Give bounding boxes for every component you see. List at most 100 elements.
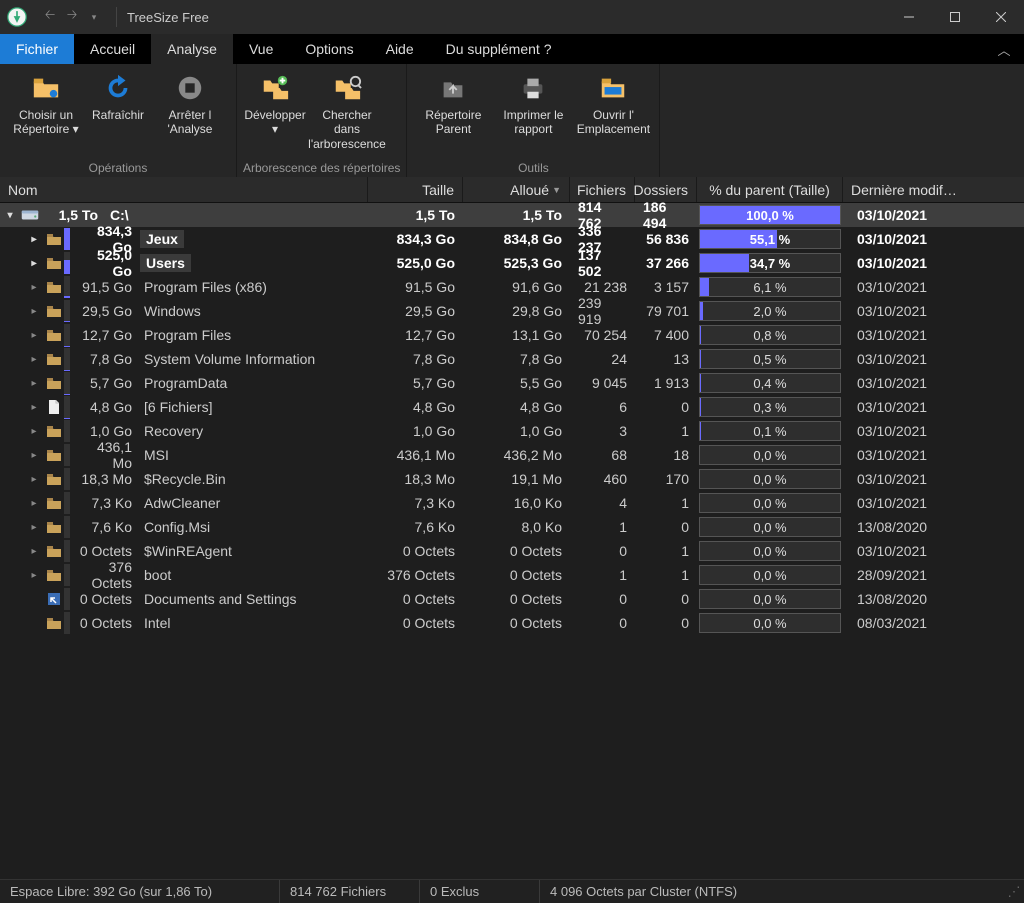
col-header-alloue[interactable]: Alloué▼ (463, 177, 570, 202)
ribbon-refresh-button[interactable]: Rafraîchir (86, 66, 150, 142)
row-fichiers: 1 (570, 515, 635, 539)
col-header-date[interactable]: Dernière modif… (843, 177, 1024, 202)
tree-row[interactable]: ▸12,7 GoProgram Files12,7 Go13,1 Go70 25… (0, 323, 1024, 347)
tree-row[interactable]: ▸7,8 GoSystem Volume Information7,8 Go7,… (0, 347, 1024, 371)
expander-icon[interactable]: ▸ (28, 329, 40, 341)
menu-options[interactable]: Options (289, 34, 369, 64)
tree-row[interactable]: ▸436,1 MoMSI436,1 Mo436,2 Mo68180,0 %03/… (0, 443, 1024, 467)
expander-icon[interactable]: ▸ (28, 305, 40, 317)
expander-icon[interactable]: ▸ (28, 425, 40, 437)
ribbon-group-label: Outils (413, 158, 653, 177)
tree-row[interactable]: 0 OctetsDocuments and Settings0 Octets0 … (0, 587, 1024, 611)
ribbon-expand-button[interactable]: Développer ▾ (243, 66, 307, 142)
menu-fichier[interactable]: Fichier (0, 34, 74, 64)
tree-row[interactable]: ▸7,3 KoAdwCleaner7,3 Ko16,0 Ko410,0 %03/… (0, 491, 1024, 515)
expander-icon[interactable]: ▸ (28, 545, 40, 557)
tree-row[interactable]: ▸525,0 GoUsers525,0 Go525,3 Go137 50237 … (0, 251, 1024, 275)
row-alloue: 16,0 Ko (463, 491, 570, 515)
row-date: 03/10/2021 (843, 347, 1024, 371)
tree-row[interactable]: 0 OctetsIntel0 Octets0 Octets000,0 %08/0… (0, 611, 1024, 635)
row-name-label: Program Files (142, 327, 231, 343)
row-fichiers: 3 (570, 419, 635, 443)
ribbon-print-button[interactable]: Imprimer le rapport (493, 66, 573, 142)
tree-row[interactable]: ▸376 Octetsboot376 Octets0 Octets110,0 %… (0, 563, 1024, 587)
ribbon-stop-button[interactable]: Arrêter l 'Analyse (150, 66, 230, 142)
ribbon-open-loc-button[interactable]: Ouvrir l' Emplacement (573, 66, 653, 142)
folder-icon (44, 325, 64, 345)
size-mini-bar (64, 612, 70, 634)
folder-icon (44, 421, 64, 441)
expander-icon[interactable]: ▾ (4, 209, 16, 221)
size-mini-bar (64, 348, 70, 370)
status-excluded: 0 Exclus (420, 880, 540, 903)
row-dossiers: 170 (635, 467, 697, 491)
refresh-icon (102, 72, 134, 104)
percent-label: 0,4 % (753, 376, 786, 391)
minimize-button[interactable] (886, 0, 932, 34)
row-date: 03/10/2021 (843, 443, 1024, 467)
row-name-label: Intel (142, 615, 170, 631)
row-dossiers: 0 (635, 515, 697, 539)
folder-icon (44, 565, 64, 585)
expander-icon[interactable]: ▸ (28, 473, 40, 485)
menu-aide[interactable]: Aide (370, 34, 430, 64)
maximize-button[interactable] (932, 0, 978, 34)
percent-label: 0,0 % (753, 448, 786, 463)
nav-back-forward: 🡠 🡢 ▾ (34, 7, 110, 27)
tree-row[interactable]: ▸7,6 KoConfig.Msi7,6 Ko8,0 Ko100,0 %13/0… (0, 515, 1024, 539)
ribbon-button-label: Choisir un Répertoire ▾ (8, 108, 84, 138)
tree-row[interactable]: ▸4,8 Go[6 Fichiers]4,8 Go4,8 Go600,3 %03… (0, 395, 1024, 419)
col-header-parent[interactable]: % du parent (Taille) (697, 177, 843, 202)
tree-row[interactable]: ▸29,5 GoWindows29,5 Go29,8 Go239 91979 7… (0, 299, 1024, 323)
row-alloue: 1,0 Go (463, 419, 570, 443)
expander-icon[interactable]: ▸ (28, 257, 40, 269)
menu-accueil[interactable]: Accueil (74, 34, 151, 64)
expander-icon[interactable]: ▸ (28, 233, 40, 245)
row-date: 03/10/2021 (843, 491, 1024, 515)
row-size-label: 7,6 Ko (74, 519, 142, 535)
close-button[interactable] (978, 0, 1024, 34)
expander-icon[interactable]: ▸ (28, 569, 40, 581)
expander-icon[interactable]: ▸ (28, 449, 40, 461)
menu-vue[interactable]: Vue (233, 34, 289, 64)
expander-icon[interactable]: ▸ (28, 521, 40, 533)
row-fichiers: 460 (570, 467, 635, 491)
percent-label: 0,1 % (753, 424, 786, 439)
menu-du-suppl-ment-[interactable]: Du supplément ? (430, 34, 568, 64)
ribbon-button-label: Développer ▾ (244, 108, 305, 138)
tree-row[interactable]: ▸5,7 GoProgramData5,7 Go5,5 Go9 0451 913… (0, 371, 1024, 395)
row-dossiers: 1 (635, 539, 697, 563)
expander-icon[interactable]: ▸ (28, 281, 40, 293)
folder-icon (44, 469, 64, 489)
nav-back-icon[interactable]: 🡠 (40, 7, 60, 27)
ribbon-folder-pick-button[interactable]: Choisir un Répertoire ▾ (6, 66, 86, 142)
nav-forward-icon[interactable]: 🡢 (62, 7, 82, 27)
expander-icon[interactable]: ▸ (28, 497, 40, 509)
row-dossiers: 18 (635, 443, 697, 467)
percent-bar: 34,7 % (699, 253, 841, 273)
ribbon-search-tree-button[interactable]: Chercher dans l'arborescence (307, 66, 387, 155)
col-header-taille[interactable]: Taille (368, 177, 463, 202)
row-date: 03/10/2021 (843, 419, 1024, 443)
collapse-ribbon-icon[interactable]: ︿ (984, 34, 1024, 64)
row-fichiers: 24 (570, 347, 635, 371)
menu-analyse[interactable]: Analyse (151, 34, 233, 64)
ribbon-group: Choisir un Répertoire ▾RafraîchirArrêter… (0, 64, 237, 177)
row-date: 03/10/2021 (843, 467, 1024, 491)
expander-icon[interactable]: ▸ (28, 401, 40, 413)
tree-row[interactable]: ▸18,3 Mo$Recycle.Bin18,3 Mo19,1 Mo460170… (0, 467, 1024, 491)
row-fichiers: 0 (570, 587, 635, 611)
percent-bar: 0,0 % (699, 493, 841, 513)
row-dossiers: 0 (635, 587, 697, 611)
row-date: 13/08/2020 (843, 587, 1024, 611)
percent-label: 0,5 % (753, 352, 786, 367)
percent-label: 0,0 % (753, 520, 786, 535)
tree-row[interactable]: ▸91,5 GoProgram Files (x86)91,5 Go91,6 G… (0, 275, 1024, 299)
resize-grip-icon[interactable]: ⋰ (1004, 884, 1024, 900)
expander-icon[interactable]: ▸ (28, 353, 40, 365)
expander-icon[interactable]: ▸ (28, 377, 40, 389)
shortcut-icon (44, 589, 64, 609)
col-header-nom[interactable]: Nom (0, 177, 368, 202)
nav-dropdown-icon[interactable]: ▾ (84, 7, 104, 27)
ribbon-parent-button[interactable]: Répertoire Parent (413, 66, 493, 142)
